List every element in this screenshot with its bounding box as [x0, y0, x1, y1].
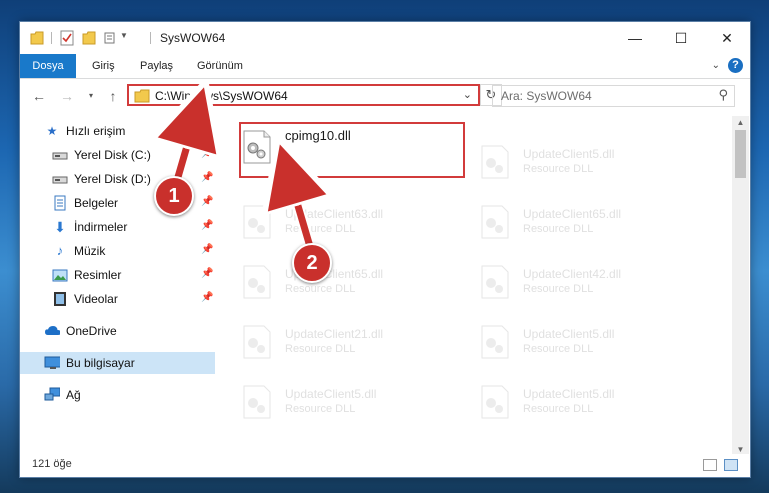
- arrow-to-file: [288, 172, 311, 251]
- step-badge-1: 1: [154, 176, 194, 216]
- annotation-arrows: [0, 0, 769, 252]
- step-badge-2: 2: [292, 243, 332, 283]
- arrow-to-address-bar: [176, 115, 196, 185]
